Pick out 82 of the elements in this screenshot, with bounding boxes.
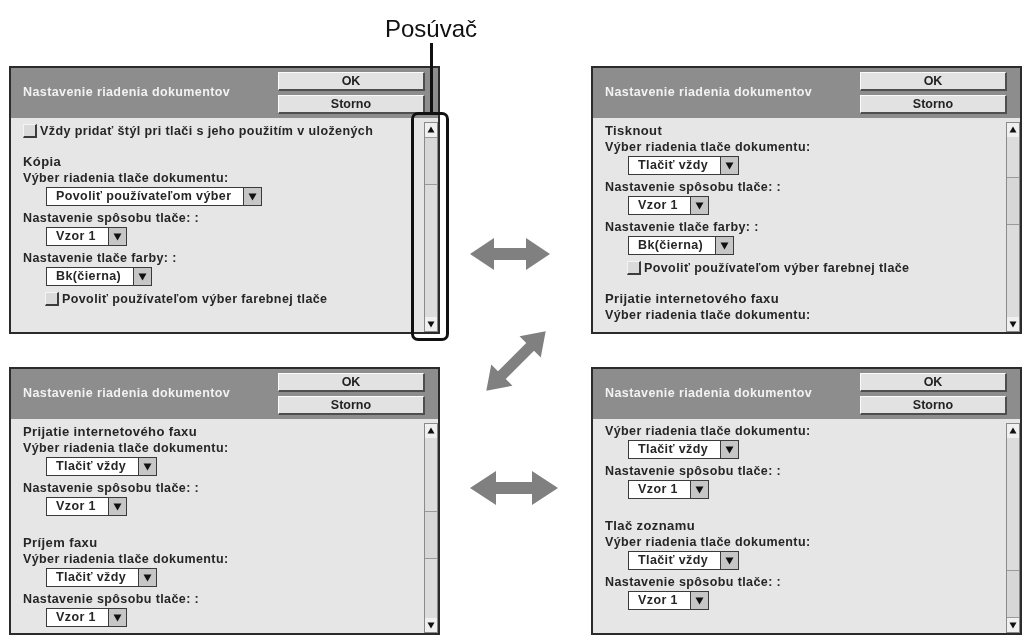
caret-icon (721, 552, 739, 569)
caret-icon (721, 157, 739, 174)
ok-button[interactable]: OK (278, 72, 425, 91)
scrollbar-thumb[interactable] (1007, 570, 1019, 618)
dropdown[interactable]: Tlačiť vždy (46, 457, 158, 476)
dropdown[interactable]: Vzor 1 (628, 480, 709, 499)
scrollbar[interactable] (424, 423, 438, 633)
dropdown[interactable]: Vzor 1 (628, 591, 709, 610)
checkbox-label: Povoliť používateľom výber farebnej tlače (644, 259, 910, 276)
section-heading: Príjem faxu (23, 534, 98, 551)
scrollbar[interactable] (424, 122, 438, 332)
setting-label: Nastavenie spôsobu tlače: : (605, 179, 782, 195)
setting-label: Výber riadenia tlače dokumentu: (605, 307, 811, 323)
section-heading: Tisknout (605, 122, 663, 139)
cancel-button[interactable]: Storno (278, 396, 425, 415)
dropdown[interactable]: Bk(čierna) (628, 236, 735, 255)
caret-icon (139, 569, 157, 586)
setting-label: Výber riadenia tlače dokumentu: (23, 440, 229, 456)
ok-button[interactable]: OK (860, 373, 1007, 392)
dropdown[interactable]: Vzor 1 (46, 497, 127, 516)
dropdown[interactable]: Bk(čierna) (46, 267, 153, 286)
scroll-up-icon[interactable] (425, 424, 437, 438)
section-heading: Prijatie internetového faxu (605, 290, 780, 307)
scrollbar[interactable] (1006, 423, 1020, 633)
section-heading: Kópia (23, 153, 62, 170)
setting-label: Nastavenie spôsobu tlače: : (23, 480, 200, 496)
dropdown[interactable]: Vzor 1 (46, 608, 127, 627)
caret-icon (139, 458, 157, 475)
caret-icon (244, 188, 262, 205)
scrollbar-thumb[interactable] (425, 510, 437, 559)
double-arrow-icon (484, 329, 548, 393)
setting-label: Nastavenie spôsobu tlače: : (605, 574, 782, 590)
dialog-title: Nastavenie riadenia dokumentov (23, 386, 231, 400)
caret-icon (716, 237, 734, 254)
dialog-title: Nastavenie riadenia dokumentov (23, 85, 231, 99)
dropdown[interactable]: Tlačiť vždy (628, 551, 740, 570)
cancel-button[interactable]: Storno (278, 95, 425, 114)
cancel-button[interactable]: Storno (860, 396, 1007, 415)
cancel-button[interactable]: Storno (860, 95, 1007, 114)
section-heading: Tlač zoznamu (605, 517, 696, 534)
scroll-up-icon[interactable] (425, 123, 437, 137)
dropdown[interactable]: Tlačiť vždy (46, 568, 158, 587)
setting-label: Nastavenie tlače farby: : (605, 219, 759, 235)
scroll-up-icon[interactable] (1007, 424, 1019, 438)
scroll-down-icon[interactable] (1007, 618, 1019, 632)
checkbox-label: Povoliť používateľom výber farebnej tlače (62, 290, 328, 307)
checkbox[interactable] (23, 123, 37, 138)
caret-icon (134, 268, 152, 285)
ok-button[interactable]: OK (278, 373, 425, 392)
dialog-title: Nastavenie riadenia dokumentov (605, 386, 813, 400)
double-arrow-icon (470, 238, 550, 270)
ok-button[interactable]: OK (860, 72, 1007, 91)
section-heading: Prijatie internetového faxu (23, 423, 198, 440)
scrollbar-thumb[interactable] (425, 137, 437, 185)
callout-label: Posúvač (384, 15, 478, 43)
scroll-up-icon[interactable] (1007, 123, 1019, 137)
dropdown[interactable]: Vzor 1 (628, 196, 709, 215)
dropdown[interactable]: Tlačiť vždy (628, 440, 740, 459)
callout-line (429, 43, 433, 112)
dialog-title: Nastavenie riadenia dokumentov (605, 85, 813, 99)
setting-label: Výber riadenia tlače dokumentu: (23, 551, 229, 567)
scroll-down-icon[interactable] (425, 317, 437, 331)
setting-label: Výber riadenia tlače dokumentu: (605, 423, 811, 439)
setting-label: Nastavenie spôsobu tlače: : (23, 210, 200, 226)
caret-icon (721, 441, 739, 458)
scroll-down-icon[interactable] (425, 618, 437, 632)
dropdown[interactable]: Vzor 1 (46, 227, 127, 246)
dropdown[interactable]: Tlačiť vždy (628, 156, 740, 175)
setting-label: Výber riadenia tlače dokumentu: (605, 534, 811, 550)
checkbox[interactable] (45, 291, 59, 306)
double-arrow-icon (470, 471, 558, 505)
setting-label: Nastavenie tlače farby: : (23, 250, 177, 266)
scrollbar-thumb[interactable] (1007, 176, 1019, 225)
setting-label: Nastavenie spôsobu tlače: : (605, 463, 782, 479)
setting-label: Výber riadenia tlače dokumentu: (605, 139, 811, 155)
checkbox[interactable] (627, 260, 641, 275)
scroll-down-icon[interactable] (1007, 317, 1019, 331)
setting-label: Nastavenie spôsobu tlače: : (23, 591, 200, 607)
checkbox-label: Vždy pridať štýl pri tlači s jeho použitím v uložených (40, 122, 374, 139)
scrollbar[interactable] (1006, 122, 1020, 332)
setting-label: Výber riadenia tlače dokumentu: (23, 170, 229, 186)
dropdown[interactable]: Povoliť používateľom výber (46, 187, 263, 206)
